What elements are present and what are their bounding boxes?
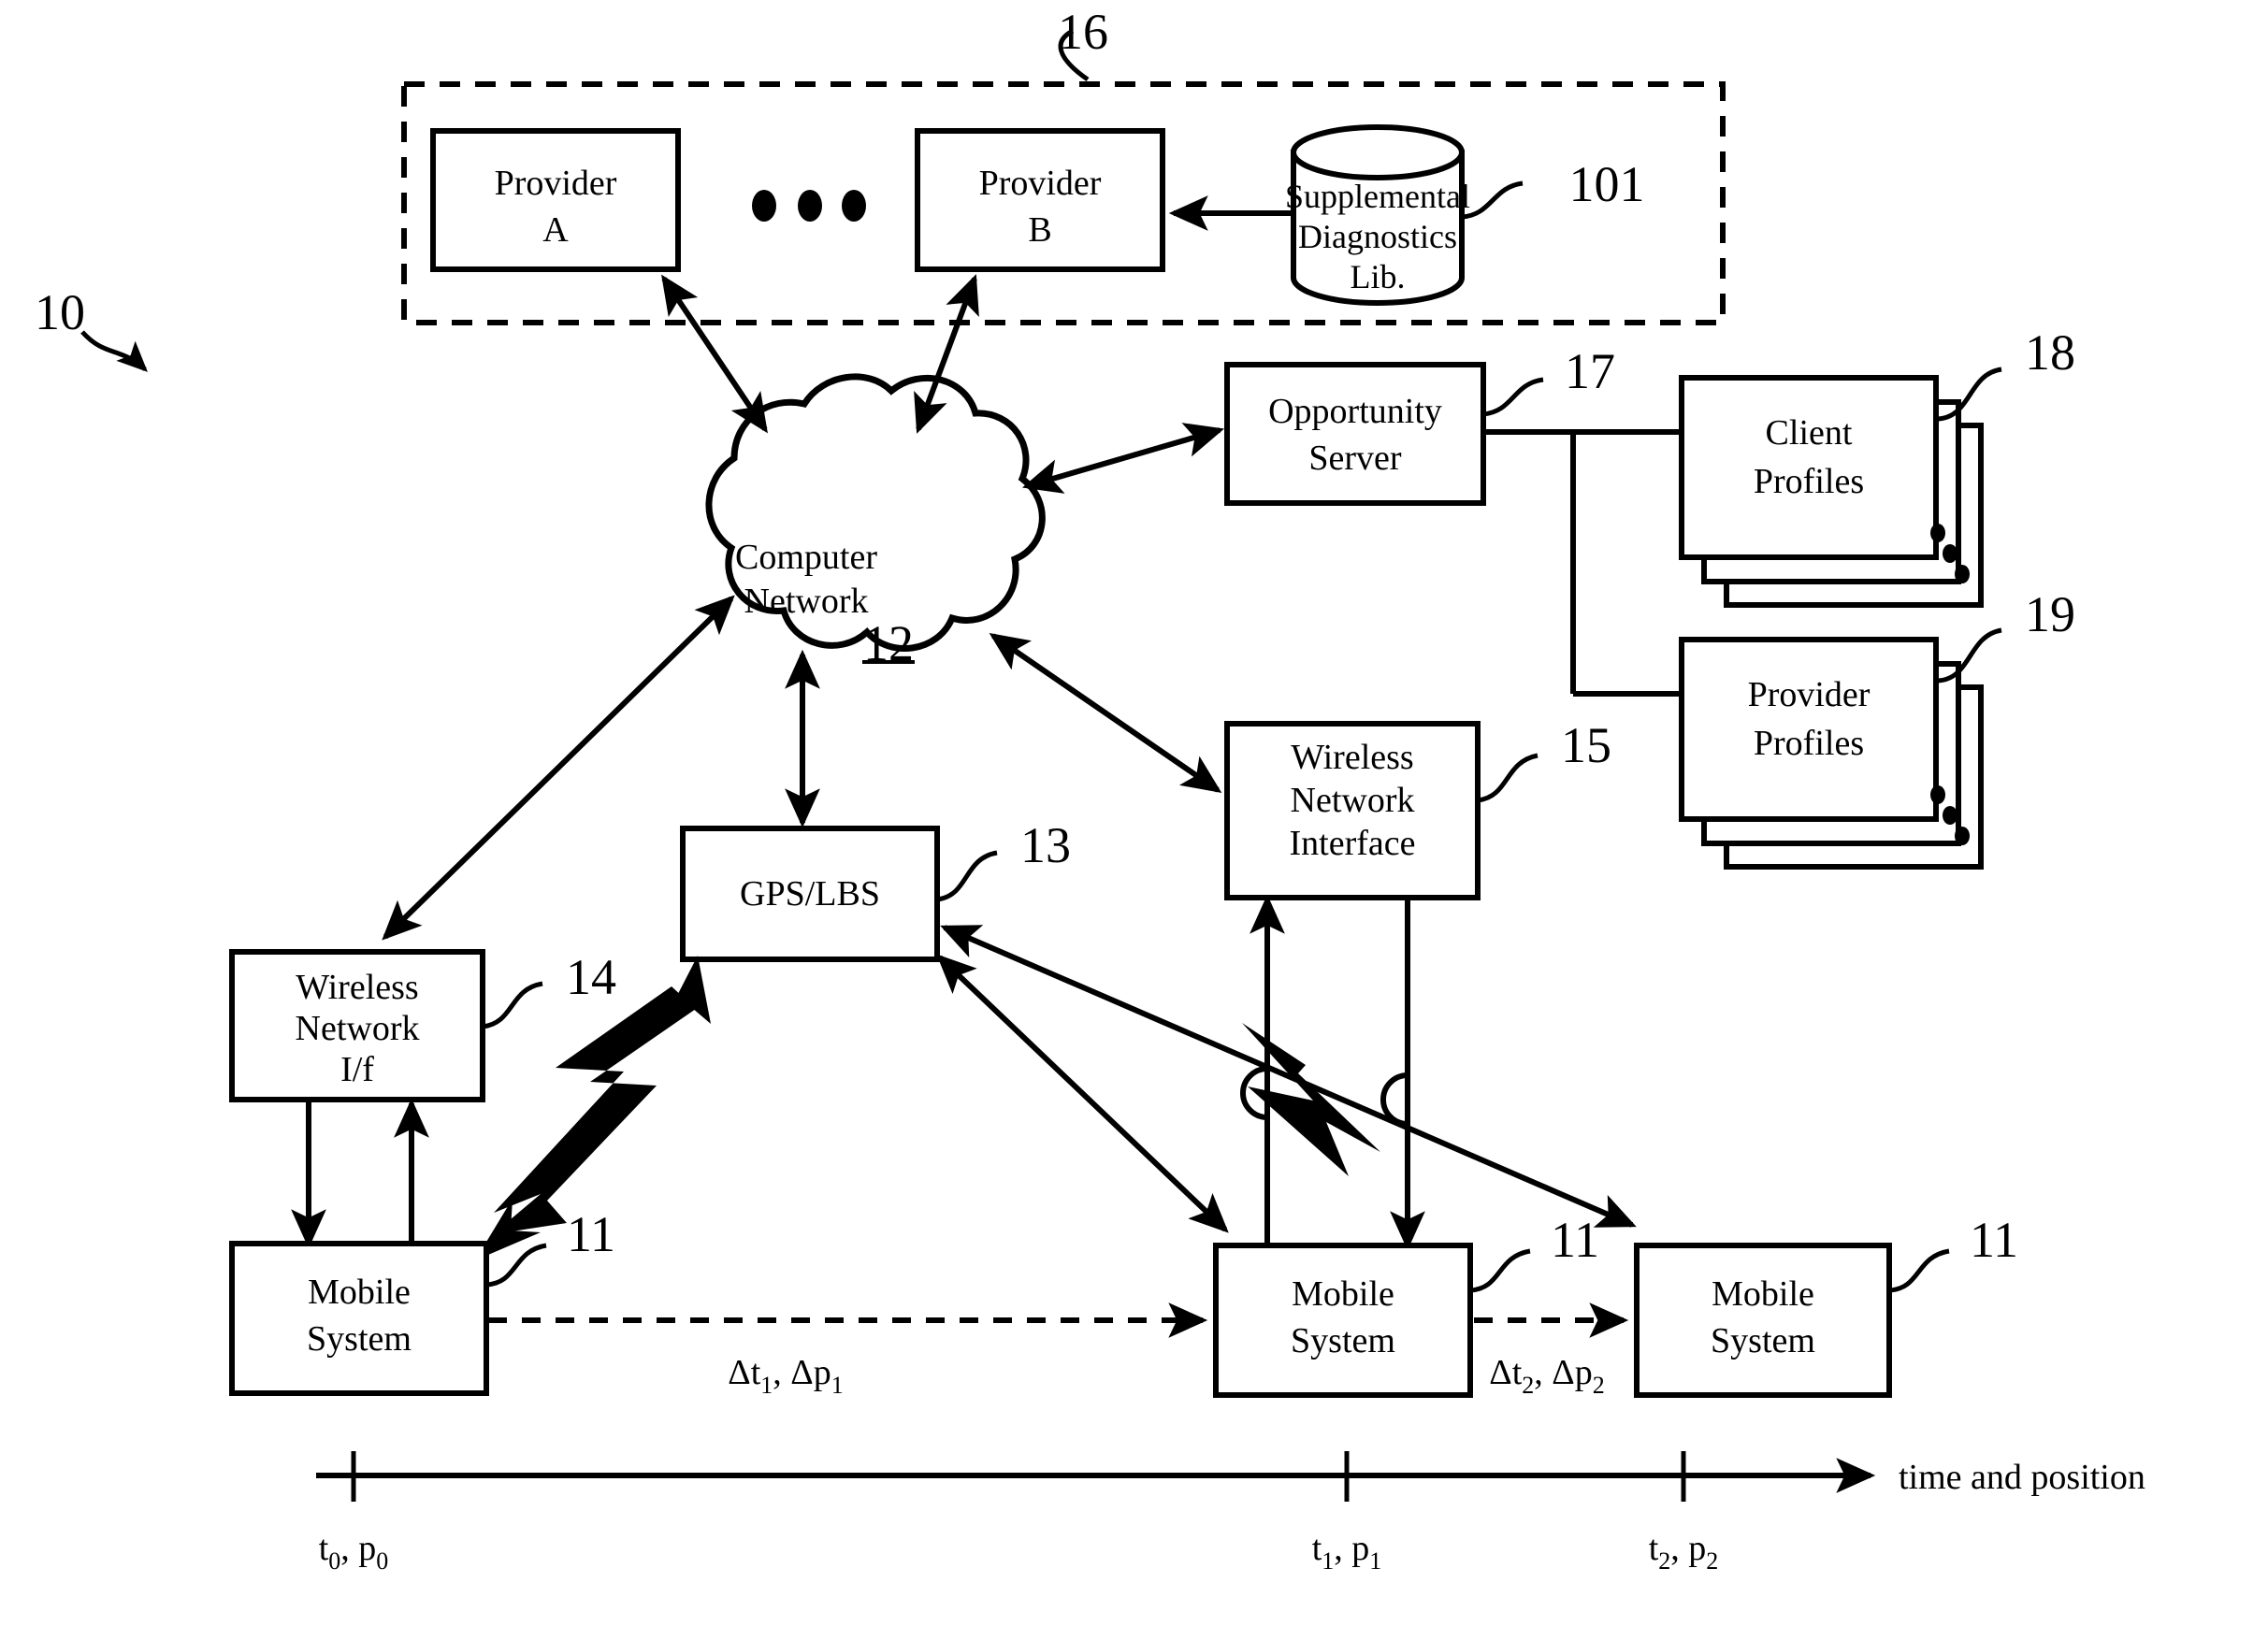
- ref-number-19: 19: [2025, 586, 2075, 642]
- wireless-network-interface-line2: Network: [1291, 781, 1415, 820]
- arrow-cloud-provider-a: [661, 274, 768, 434]
- delta-t-1-symbol: Δt: [728, 1353, 760, 1392]
- ref-number-101: 101: [1569, 156, 1645, 212]
- delta-t-2-symbol: Δt: [1489, 1353, 1522, 1392]
- client-profiles-dot-3: [1955, 565, 1970, 583]
- arrow-gps-mobile3: [940, 925, 1637, 1228]
- ref-number-16: 16: [1058, 4, 1108, 60]
- ref-number-14: 14: [566, 949, 616, 1005]
- ref-number-18: 18: [2025, 324, 2075, 381]
- wireless-bolt-mobile2: [1242, 1023, 1380, 1176]
- ref-leader-11-c: [1888, 1248, 1950, 1293]
- tick-1-t-sub: 1: [1322, 1547, 1334, 1575]
- provider-b-label-line2: B: [1028, 210, 1051, 250]
- timeline-tick-label-0: t0, p0: [319, 1529, 389, 1575]
- opportunity-server-label-line1: Opportunity: [1268, 392, 1442, 431]
- tick-1-p: p: [1351, 1529, 1369, 1568]
- ref-leader-10: [80, 330, 148, 372]
- tick-0-t-sub: 0: [328, 1547, 340, 1575]
- arrow-cloud-wireless-network-interface: [989, 633, 1222, 793]
- delta-t-2-subscript: 2: [1522, 1372, 1534, 1399]
- mobile-system-2-line2: System: [1291, 1321, 1395, 1360]
- ref-number-13: 13: [1020, 817, 1071, 873]
- tick-2-p-sub: 2: [1706, 1547, 1718, 1575]
- arrow-cloud-opportunity-server: [1021, 423, 1225, 494]
- opportunity-server-box: [1224, 362, 1486, 506]
- timeline-axis-label: time and position: [1899, 1458, 2145, 1497]
- tick-1-p-sub: 1: [1369, 1547, 1381, 1575]
- provider-profiles-dot-2: [1943, 806, 1957, 825]
- ref-leader-11-b: [1469, 1248, 1531, 1293]
- ref-number-11-c: 11: [1970, 1212, 2018, 1268]
- delta-p-2-symbol: Δp: [1552, 1353, 1592, 1392]
- provider-profiles-dot-3: [1955, 827, 1970, 845]
- arrow-cloud-wireless-if: [382, 595, 735, 941]
- ref-leader-17: [1482, 377, 1544, 417]
- supplemental-lib-line2: Diagnostics: [1298, 218, 1457, 255]
- delta-p-1-symbol: Δp: [790, 1353, 831, 1392]
- client-profiles-label-line1: Client: [1766, 413, 1853, 453]
- ellipsis-dot-1: [752, 190, 776, 222]
- ref-number-11-a: 11: [567, 1206, 615, 1262]
- ref-number-15: 15: [1561, 717, 1611, 773]
- client-profiles-dot-1: [1930, 524, 1945, 542]
- supplemental-lib-cylinder-top: [1291, 124, 1465, 180]
- tick-2-t: t: [1649, 1529, 1659, 1568]
- tick-2-t-sub: 2: [1658, 1547, 1670, 1575]
- ref-number-17: 17: [1565, 343, 1615, 399]
- delta-p-1-subscript: 1: [831, 1372, 844, 1399]
- opportunity-server-label-line2: Server: [1308, 439, 1402, 478]
- tick-0-p: p: [358, 1529, 376, 1568]
- provider-profiles-label-line2: Profiles: [1754, 724, 1864, 763]
- ellipsis-dot-2: [798, 190, 822, 222]
- ref-leader-15: [1477, 753, 1538, 803]
- timeline-tick-label-2: t2, p2: [1649, 1529, 1719, 1575]
- client-profiles-dot-2: [1943, 544, 1957, 563]
- delta-p-2-subscript: 2: [1593, 1372, 1605, 1399]
- figure-canvas: 16 Provider A Provider B Supplemental Di…: [35, 4, 2145, 1575]
- wireless-network-if-line2: Network: [296, 1009, 420, 1048]
- mobile-system-3-line1: Mobile: [1712, 1274, 1814, 1314]
- provider-profiles-dot-1: [1930, 785, 1945, 804]
- provider-b-label-line1: Provider: [979, 164, 1102, 203]
- ref-leader-101: [1461, 180, 1524, 220]
- gps-lbs-label: GPS/LBS: [740, 874, 880, 914]
- timeline-tick-label-1: t1, p1: [1312, 1529, 1382, 1575]
- computer-network-label-line1: Computer: [735, 538, 877, 577]
- ref-number-10: 10: [35, 284, 85, 340]
- ref-number-12: 12: [863, 615, 914, 671]
- arrow-gps-mobile2: [936, 954, 1229, 1233]
- client-profiles-label-line2: Profiles: [1754, 462, 1864, 501]
- mobile-system-1-line1: Mobile: [308, 1273, 411, 1312]
- mobile-system-box-3: [1634, 1243, 1892, 1398]
- mobile-system-box-2: [1213, 1243, 1473, 1398]
- supplemental-lib-line3: Lib.: [1351, 258, 1406, 295]
- ref-leader-13: [936, 850, 998, 902]
- tick-2-p: p: [1688, 1529, 1706, 1568]
- provider-a-label-line2: A: [542, 210, 569, 250]
- transition-label-2: Δt2, Δp2: [1489, 1353, 1604, 1399]
- mobile-system-2-line1: Mobile: [1292, 1274, 1394, 1314]
- provider-profiles-label-line1: Provider: [1748, 675, 1871, 714]
- ref-leader-14: [482, 981, 543, 1029]
- wireless-network-if-line1: Wireless: [296, 968, 418, 1007]
- supplemental-lib-line1: Supplemental: [1285, 178, 1470, 215]
- mobile-system-box-1: [229, 1241, 489, 1396]
- transition-label-1: Δt1, Δp1: [728, 1353, 843, 1399]
- ref-number-11-b: 11: [1551, 1212, 1599, 1268]
- provider-a-label-line1: Provider: [495, 164, 617, 203]
- wireless-network-interface-line3: Interface: [1290, 824, 1416, 863]
- mobile-system-1-line2: System: [307, 1319, 412, 1359]
- tick-1-t: t: [1312, 1529, 1322, 1568]
- tick-0-t: t: [319, 1529, 329, 1568]
- wireless-network-interface-line1: Wireless: [1291, 738, 1413, 777]
- mobile-system-3-line2: System: [1711, 1321, 1815, 1360]
- tick-0-p-sub: 0: [376, 1547, 388, 1575]
- computer-network-label-line2: Network: [744, 582, 869, 621]
- wireless-network-if-line3: I/f: [340, 1050, 374, 1089]
- patent-figure: 16 Provider A Provider B Supplemental Di…: [0, 0, 2268, 1626]
- ellipsis-dot-3: [842, 190, 866, 222]
- delta-t-1-subscript: 1: [760, 1372, 773, 1399]
- wireless-bolt-mobile1-gps: [493, 986, 696, 1234]
